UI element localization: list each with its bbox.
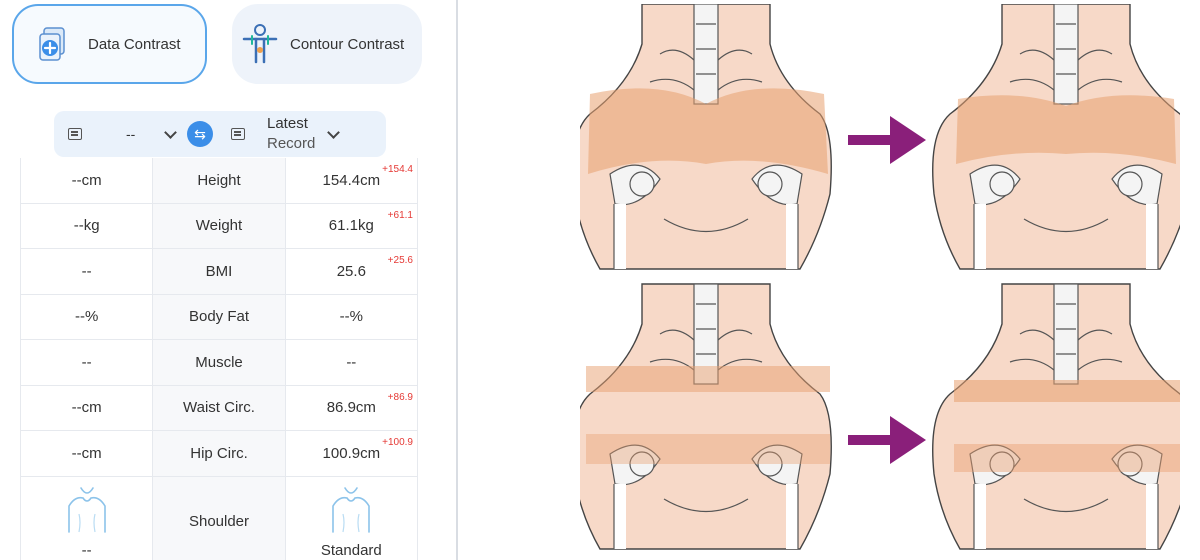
table-row: --cm Height 154.4cm +154.4 [21,158,418,204]
body-contour-icon [238,22,282,66]
right-value: 154.4cm [322,171,381,189]
record-label: Record [267,135,316,152]
table-row: --% Body Fat --% [21,294,418,340]
right-value: --% [339,308,363,326]
arrow-right-icon [848,416,926,464]
delta-badge: +100.9 [382,437,413,448]
right-value: 61.1kg [328,217,374,235]
chevron-down-icon[interactable] [164,125,177,139]
table-row: --cm Waist Circ. 86.9cm +86.9 [21,385,418,431]
delta-badge: +61.1 [387,209,413,221]
comparison-panel: Data Contrast Contour Contrast -- ⇆ Late… [0,0,440,560]
table-row: --cm Hip Circ. 100.9cm +100.9 [21,431,418,477]
left-value: --cm [21,385,154,430]
metric-label: Waist Circ. [153,385,286,430]
metric-label: Body Fat [153,294,286,339]
left-value: --cm [21,431,154,476]
swap-icon[interactable]: ⇆ [187,121,213,147]
delta-badge: +25.6 [387,255,413,266]
app-root: Data Contrast Contour Contrast -- ⇆ Late… [0,0,1200,560]
table-row: --kg Weight 61.1kg +61.1 [21,203,418,249]
data-contrast-label: Data Contrast [88,35,181,53]
metric-label: Muscle [153,340,286,385]
right-value: 86.9cm [326,399,376,417]
pelvis-contour-illustration [580,4,1180,556]
latest-label: Latest [267,115,308,132]
arrow-right-icon [848,116,926,164]
left-value: -- [21,340,154,385]
right-value: 100.9cm [322,444,381,462]
right-record-value[interactable]: Latest Record [267,114,327,154]
right-cell: 100.9cm +100.9 [286,431,418,476]
calendar-icon [231,128,245,140]
right-cell: 86.9cm +86.9 [286,385,418,430]
metric-label: BMI [153,249,286,294]
comparison-table: --cm Height 154.4cm +154.4 --kg Weight 61… [20,158,418,560]
left-shoulder-value: -- [81,541,92,559]
right-shoulder-value: Standard [320,541,382,559]
calendar-icon [68,128,82,140]
shoulder-figure-icon [67,486,106,533]
left-value: --% [21,294,154,339]
metric-label: Height [153,158,286,203]
right-cell: 61.1kg +61.1 [286,203,418,248]
metric-label: Hip Circ. [153,431,286,476]
right-value: 25.6 [336,262,366,280]
metric-label: Shoulder [153,476,286,560]
right-cell: --% [286,294,418,339]
contour-contrast-button[interactable]: Contour Contrast [232,4,422,84]
chevron-down-icon[interactable] [327,125,340,139]
left-value: --cm [21,158,154,203]
left-shoulder-cell: -- [21,476,154,560]
table-row: -- BMI 25.6 +25.6 [21,249,418,295]
metric-label: Weight [153,203,286,248]
right-shoulder-cell: Standard [286,476,418,560]
table-row: -- Muscle -- [21,340,418,386]
delta-badge: +86.9 [387,391,413,403]
data-contrast-button[interactable]: Data Contrast [12,4,207,84]
panel-divider [456,0,458,560]
left-value: --kg [21,203,154,248]
left-value: -- [21,249,154,294]
right-cell: 154.4cm +154.4 [286,158,418,203]
document-add-icon [32,22,76,66]
delta-badge: +154.4 [382,164,413,175]
table-row: -- Shoulder Standard [21,476,418,560]
left-record-value[interactable]: -- [126,126,166,142]
contour-contrast-label: Contour Contrast [290,35,405,53]
right-cell: -- [286,340,418,385]
right-cell: 25.6 +25.6 [286,249,418,294]
shoulder-figure-icon [332,486,371,533]
record-selector: -- ⇆ Latest Record [54,111,386,157]
right-value: -- [346,353,357,371]
